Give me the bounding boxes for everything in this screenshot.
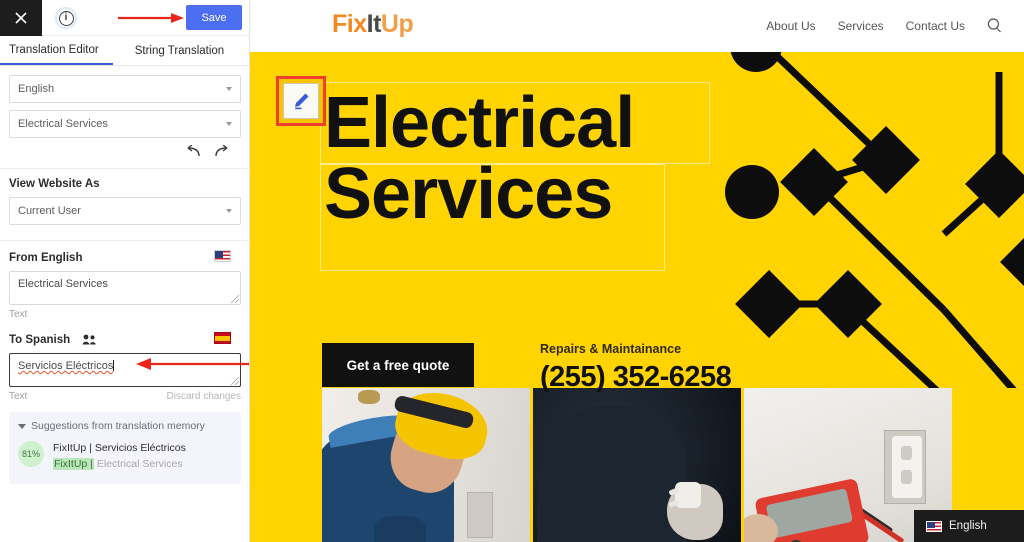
suggestion-source: FixItUp | Electrical Services <box>53 457 186 472</box>
es-flag-icon <box>214 332 231 344</box>
editor-tabs: Translation Editor String Translation <box>0 36 249 66</box>
source-header: From English <box>9 250 240 265</box>
chevron-down-icon <box>226 87 232 91</box>
info-icon[interactable]: i <box>55 7 77 29</box>
language-select[interactable]: English <box>9 75 241 103</box>
discard-changes-link[interactable]: Discard changes <box>167 391 241 402</box>
suggestions-header-label: Suggestions from translation memory <box>31 420 205 432</box>
us-flag-icon <box>926 520 942 532</box>
photo-gallery <box>322 388 952 542</box>
hero-subtitle: Repairs & Maintainance <box>540 342 682 356</box>
suggestion-texts: FixItUp | Servicios Eléctricos FixItUp |… <box>53 441 186 472</box>
page-select[interactable]: Electrical Services <box>9 110 241 138</box>
save-button[interactable]: Save <box>186 5 242 30</box>
nav-item-about-us[interactable]: About Us <box>766 19 815 33</box>
chevron-down-icon <box>226 122 232 126</box>
suggestion-target: FixItUp | Servicios Eléctricos <box>53 442 186 454</box>
hero-section: Electrical Services Get a free quote Rep… <box>250 52 1024 393</box>
source-field-type: Text <box>9 309 28 320</box>
search-icon[interactable] <box>987 18 1002 33</box>
view-as-value: Current User <box>18 205 81 217</box>
target-text: Servicios Eléctricos <box>18 360 114 372</box>
us-flag-icon <box>214 250 231 262</box>
source-label: From English <box>9 251 83 264</box>
source-segment: From English Electrical Services Text <box>0 241 249 320</box>
view-website-as-section: View Website As Current User <box>0 169 249 241</box>
history-controls <box>9 145 240 158</box>
tab-string-translation[interactable]: String Translation <box>113 36 235 65</box>
hero-title-line-1: Electrical <box>324 83 635 163</box>
document-selectors: English Electrical Services <box>0 66 249 169</box>
translation-editor-panel: i Save Translation Editor String Transla… <box>0 0 250 542</box>
logo-part-it: It <box>366 10 382 38</box>
get-free-quote-button[interactable]: Get a free quote <box>322 343 474 387</box>
suggestion-source-rest: Electrical Services <box>96 458 183 471</box>
nav-item-contact-us[interactable]: Contact Us <box>906 19 965 33</box>
translation-memory-panel: Suggestions from translation memory 81% … <box>9 412 241 485</box>
undo-icon[interactable] <box>184 145 201 158</box>
website-preview: FixItUp About Us Services Contact Us Ele… <box>250 0 1024 542</box>
annotation-arrow-save <box>118 13 184 23</box>
target-label: To Spanish <box>9 333 71 346</box>
chevron-down-icon <box>18 423 26 429</box>
suggestion-source-highlight: FixItUp | <box>53 458 94 471</box>
hero-title-line-2: Services <box>324 153 613 234</box>
photo-electrician-hardhat <box>322 388 530 542</box>
target-header: To Spanish <box>9 332 240 347</box>
editor-toolbar: i Save <box>0 0 249 36</box>
close-icon <box>15 12 27 24</box>
language-select-value: English <box>18 83 55 95</box>
site-nav: About Us Services Contact Us <box>766 18 1002 33</box>
nav-item-services[interactable]: Services <box>838 19 884 33</box>
page-select-value: Electrical Services <box>18 118 108 130</box>
page-title: Electrical Services <box>324 83 744 234</box>
inline-edit-button[interactable] <box>276 76 326 126</box>
logo-part-up: Up <box>380 10 414 38</box>
info-glyph: i <box>58 10 74 26</box>
hero-phone-number[interactable]: (255) 352-6258 <box>540 361 732 394</box>
source-textarea[interactable]: Electrical Services <box>9 271 241 305</box>
resize-handle-icon[interactable] <box>231 295 239 303</box>
close-button[interactable] <box>0 0 42 36</box>
list-item[interactable]: 81% FixItUp | Servicios Eléctricos FixIt… <box>18 441 232 472</box>
source-text: Electrical Services <box>18 278 108 290</box>
redo-icon[interactable] <box>214 145 231 158</box>
target-meta: Text Discard changes <box>9 391 241 402</box>
site-header: FixItUp About Us Services Contact Us <box>250 0 1024 52</box>
photo-hand-with-plug <box>533 388 741 542</box>
view-as-select[interactable]: Current User <box>9 197 241 225</box>
resize-handle-icon[interactable] <box>231 377 239 385</box>
logo-part-fix: Fix <box>332 10 367 38</box>
view-website-as-label: View Website As <box>9 178 100 190</box>
target-textarea[interactable]: Servicios Eléctricos <box>9 353 241 387</box>
chevron-down-icon <box>226 209 232 213</box>
language-switcher[interactable]: English <box>914 510 1024 542</box>
site-logo[interactable]: FixItUp <box>332 10 414 39</box>
target-segment: To Spanish Servicios Eléctricos Text Dis… <box>0 320 249 402</box>
match-score-badge: 81% <box>18 441 44 467</box>
source-meta: Text <box>9 309 241 320</box>
language-switcher-label: English <box>949 520 987 532</box>
text-cursor <box>113 360 115 371</box>
pencil-edit-icon <box>283 83 319 119</box>
people-icon[interactable] <box>82 334 97 345</box>
suggestions-header[interactable]: Suggestions from translation memory <box>18 420 232 432</box>
screen-root: i Save Translation Editor String Transla… <box>0 0 1024 542</box>
target-field-type: Text <box>9 391 28 402</box>
tab-translation-editor[interactable]: Translation Editor <box>0 36 113 65</box>
